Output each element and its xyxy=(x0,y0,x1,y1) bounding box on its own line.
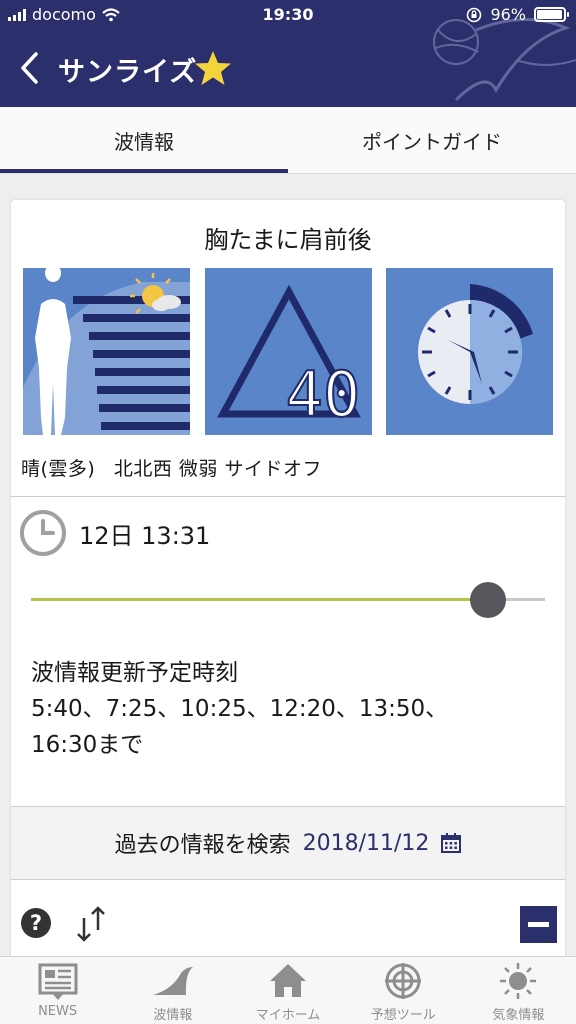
tab-wave-info[interactable]: 波情報 xyxy=(0,107,288,173)
time-slider[interactable] xyxy=(31,582,545,624)
nav-my-home[interactable]: マイホーム xyxy=(230,957,345,1024)
nav-weather-info-label: 気象情報 xyxy=(492,1008,545,1023)
wind-text: 北北西 微弱 サイドオフ xyxy=(113,458,322,480)
wave-period-clock-icon xyxy=(386,268,553,435)
collapse-button[interactable] xyxy=(520,906,557,943)
history-search: 過去の情報を検索 2018/11/12 xyxy=(11,806,565,880)
update-schedule-times-line2: 16:30まで xyxy=(31,732,144,758)
history-search-date[interactable]: 2018/11/12 xyxy=(303,831,430,856)
back-chevron-icon[interactable] xyxy=(16,50,42,86)
update-schedule-times-line1: 5:40、7:25、10:25、12:20、13:50、 xyxy=(31,696,449,722)
clock-icon xyxy=(20,510,66,556)
weather-text: 晴(雲多) xyxy=(21,458,96,480)
nav-news-label: NEWS xyxy=(38,1004,78,1019)
wave-icon xyxy=(152,967,193,995)
slider-knob[interactable] xyxy=(470,582,507,618)
nav-weather-info[interactable]: 気象情報 xyxy=(461,957,576,1024)
nav-wave-info-label: 波情報 xyxy=(153,1008,193,1023)
wave-size: 胸たまに肩前後 xyxy=(204,226,372,254)
time-row: 12日 13:31 xyxy=(19,509,210,557)
battery-icon xyxy=(534,7,569,22)
news-icon xyxy=(38,963,78,1000)
divider xyxy=(11,496,565,497)
target-icon xyxy=(385,963,422,999)
wave-height-icon xyxy=(23,268,190,435)
rotation-lock-icon xyxy=(467,7,482,22)
navigation-bar: サンライズ xyxy=(0,42,576,97)
wave-quality-tile: 40 xyxy=(205,268,372,435)
tab-bar: 波情報 ポイントガイド xyxy=(0,107,576,174)
sun-icon xyxy=(500,963,537,999)
nav-forecast-tool-label: 予想ツール xyxy=(370,1008,436,1023)
wave-info-card: 胸たまに肩前後 40 晴(雲多) 北北西 微弱 サイドオフ 12日 13:31 … xyxy=(11,200,565,960)
history-search-label: 過去の情報を検索 xyxy=(114,833,291,858)
calendar-icon[interactable] xyxy=(441,833,462,853)
status-bar: docomo 19:30 96% xyxy=(0,0,576,30)
nav-forecast-tool[interactable]: 予想ツール xyxy=(346,957,461,1024)
nav-my-home-label: マイホーム xyxy=(255,1008,321,1023)
header-bar: docomo 19:30 96% サンライズ xyxy=(0,0,576,107)
bottom-navigation: NEWS 波情報 マイホーム 予想ツール 気象情報 xyxy=(0,956,576,1024)
triangle-score-icon: 40 xyxy=(205,268,372,435)
update-schedule-label: 波情報更新予定時刻 xyxy=(31,660,238,686)
update-schedule: 波情報更新予定時刻 5:40、7:25、10:25、12:20、13:50、 1… xyxy=(31,655,448,763)
slider-filled-track xyxy=(31,598,489,601)
nav-news[interactable]: NEWS xyxy=(0,957,115,1024)
favorite-star-icon[interactable] xyxy=(194,50,232,86)
home-icon xyxy=(270,964,306,997)
sort-arrows-icon[interactable] xyxy=(75,906,107,942)
selected-datetime: 12日 13:31 xyxy=(79,521,211,550)
battery-percent: 96% xyxy=(490,5,526,24)
tab-point-guide[interactable]: ポイントガイド xyxy=(288,107,576,173)
wave-quality-score: 40 xyxy=(286,358,361,431)
conditions-row: 晴(雲多) 北北西 微弱 サイドオフ xyxy=(21,454,334,481)
nav-wave-info[interactable]: 波情報 xyxy=(115,957,230,1024)
help-button[interactable]: ? xyxy=(21,908,51,938)
page-title: サンライズ xyxy=(58,57,198,88)
